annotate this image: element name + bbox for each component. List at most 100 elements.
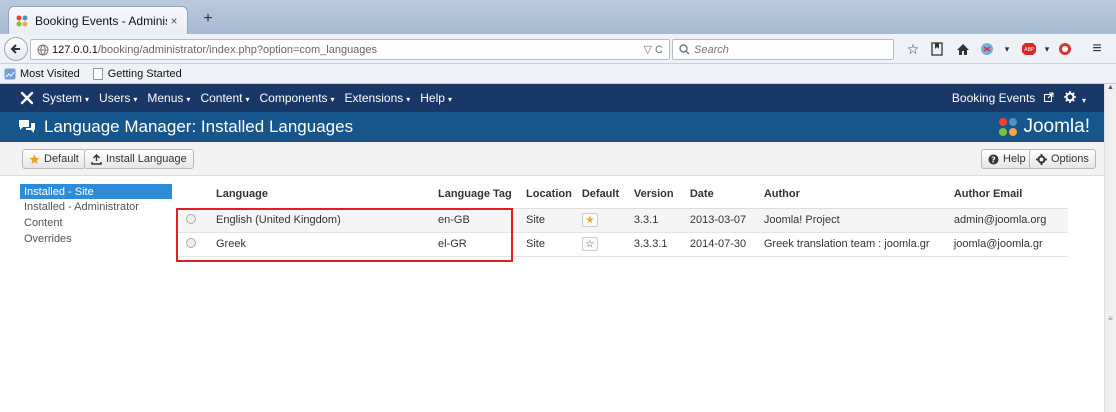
- joomla-brand-text: Joomla!: [1023, 116, 1090, 137]
- column-header-date[interactable]: Date: [679, 180, 754, 209]
- url-host: 127.0.0.1: [52, 43, 98, 56]
- back-arrow-icon: [10, 44, 20, 54]
- date-cell: 2013-03-07: [679, 208, 754, 233]
- browser-tab-title: Booking Events - Administ...: [35, 13, 167, 28]
- url-path: /booking/administrator/index.php?option=…: [97, 43, 378, 56]
- column-header-default[interactable]: Default: [571, 180, 624, 209]
- svg-text:ABP: ABP: [1024, 47, 1034, 53]
- menu-content[interactable]: Content ▾: [200, 91, 249, 105]
- page-title: Language Manager: Installed Languages: [44, 117, 354, 136]
- bookmark-label: Most Visited: [20, 67, 80, 80]
- sidebar: Installed - Site Installed - Administrat…: [20, 184, 172, 247]
- sidebar-item-overrides[interactable]: Overrides: [20, 231, 172, 247]
- search-bar[interactable]: [672, 39, 894, 60]
- author-email-cell: admin@joomla.org: [943, 208, 1068, 233]
- default-button[interactable]: Default: [22, 149, 86, 169]
- install-language-button[interactable]: Install Language: [84, 149, 194, 169]
- admin-menu-bar: System ▾ Users ▾ Menus ▾ Content ▾ Component…: [0, 84, 1104, 112]
- upload-icon: [91, 153, 102, 165]
- version-cell: 3.3.1: [623, 208, 680, 233]
- page-icon: [92, 67, 104, 80]
- menu-menus[interactable]: Menus ▾: [147, 91, 190, 105]
- globe-icon: [37, 44, 49, 55]
- author-cell: Greek translation team : joomla.gr: [753, 232, 944, 257]
- default-cell: ☆: [571, 232, 624, 257]
- addon-icon[interactable]: [1056, 40, 1074, 58]
- default-star-icon[interactable]: ★: [581, 213, 598, 227]
- languages-table: Language Language Tag Location Default V…: [176, 180, 1068, 257]
- sidebar-item-content[interactable]: Content: [20, 215, 172, 231]
- joomla-brand: Joomla!: [997, 116, 1090, 138]
- help-button[interactable]: ? Help: [981, 149, 1033, 169]
- location-cell: Site: [516, 208, 572, 233]
- column-header-language[interactable]: Language: [206, 180, 428, 209]
- menu-extensions[interactable]: Extensions ▾: [345, 91, 411, 105]
- url-bar[interactable]: 127.0.0.1/booking/administrator/index.ph…: [30, 39, 670, 60]
- bookmark-star-icon[interactable]: ☆: [904, 40, 922, 58]
- joomla-favicon-icon: [15, 14, 29, 28]
- home-icon[interactable]: [954, 40, 972, 58]
- sidebar-item-installed-site[interactable]: Installed - Site: [20, 184, 172, 199]
- browser-tab[interactable]: Booking Events - Administ... ×: [8, 6, 188, 34]
- column-header-language-tag[interactable]: Language Tag: [428, 180, 516, 209]
- select-cell: [176, 232, 206, 257]
- question-icon: ?: [988, 154, 999, 165]
- joomla-brand-icon: [999, 118, 1018, 136]
- reload-icon[interactable]: ▽ C: [644, 43, 663, 56]
- menu-users[interactable]: Users ▾: [99, 91, 137, 105]
- menu-system[interactable]: System ▾: [42, 91, 89, 105]
- close-tab-icon[interactable]: ×: [167, 14, 181, 28]
- version-cell: 3.3.3.1: [623, 232, 680, 257]
- gear-icon: [1063, 90, 1076, 103]
- search-input[interactable]: [694, 43, 874, 56]
- extension-menu-icon[interactable]: ▾: [998, 40, 1016, 58]
- menu-help[interactable]: Help ▾: [420, 91, 452, 105]
- table-row: English (United Kingdom) en-GB Site ★ 3.…: [176, 208, 1068, 233]
- settings-menu[interactable]: ▾: [1063, 90, 1086, 106]
- search-icon: [679, 44, 690, 55]
- default-cell: ★: [571, 208, 624, 233]
- default-button-label: Default: [44, 153, 79, 165]
- extension-icon[interactable]: [978, 40, 996, 58]
- options-button-label: Options: [1051, 153, 1089, 165]
- set-default-star-icon[interactable]: ☆: [581, 237, 598, 251]
- column-header-author-email[interactable]: Author Email: [943, 180, 1068, 209]
- select-cell: [176, 208, 206, 233]
- sidebar-item-installed-administrator[interactable]: Installed - Administrator: [20, 199, 172, 215]
- new-tab-button[interactable]: +: [196, 10, 220, 30]
- language-tag-cell: en-GB: [428, 208, 516, 233]
- adblock-icon[interactable]: ABP: [1020, 40, 1038, 58]
- navigation-bar: 127.0.0.1/booking/administrator/index.ph…: [0, 34, 1116, 64]
- language-cell: English (United Kingdom): [206, 208, 428, 233]
- table-row: Greek el-GR Site ☆ 3.3.3.1 2014-07-30 Gr…: [176, 232, 1068, 257]
- language-tag-cell: el-GR: [428, 232, 516, 257]
- column-header-version[interactable]: Version: [623, 180, 680, 209]
- options-button[interactable]: Options: [1029, 149, 1096, 169]
- page-scrollbar[interactable]: ▲ ≡: [1104, 84, 1116, 412]
- scroll-up-icon[interactable]: ▲: [1105, 84, 1116, 96]
- row-radio[interactable]: [186, 213, 196, 224]
- site-link[interactable]: Booking Events: [952, 91, 1054, 105]
- svg-text:?: ?: [991, 155, 996, 164]
- scroll-thumb[interactable]: ≡: [1106, 314, 1115, 328]
- adblock-menu-icon[interactable]: ▾: [1038, 40, 1056, 58]
- bookmarks-toolbar: Most Visited Getting Started: [0, 64, 1116, 84]
- row-radio[interactable]: [186, 237, 196, 248]
- table-header-row: Language Language Tag Location Default V…: [176, 180, 1068, 209]
- column-header-location[interactable]: Location: [516, 180, 572, 209]
- author-cell: Joomla! Project: [753, 208, 944, 233]
- bookmark-getting-started[interactable]: Getting Started: [92, 67, 182, 80]
- language-cell: Greek: [206, 232, 428, 257]
- hamburger-menu-icon[interactable]: ≡: [1088, 40, 1106, 58]
- date-cell: 2014-07-30: [679, 232, 754, 257]
- column-header-author[interactable]: Author: [753, 180, 944, 209]
- author-email-cell: joomla@joomla.gr: [943, 232, 1068, 257]
- most-visited-icon: [4, 68, 16, 80]
- back-button[interactable]: [4, 37, 28, 61]
- bookmarks-list-icon[interactable]: [928, 40, 946, 58]
- bookmark-most-visited[interactable]: Most Visited: [4, 68, 80, 80]
- menu-components[interactable]: Components ▾: [259, 91, 334, 105]
- joomla-logo-icon[interactable]: [20, 91, 34, 105]
- install-language-label: Install Language: [106, 153, 187, 165]
- location-cell: Site: [516, 232, 572, 257]
